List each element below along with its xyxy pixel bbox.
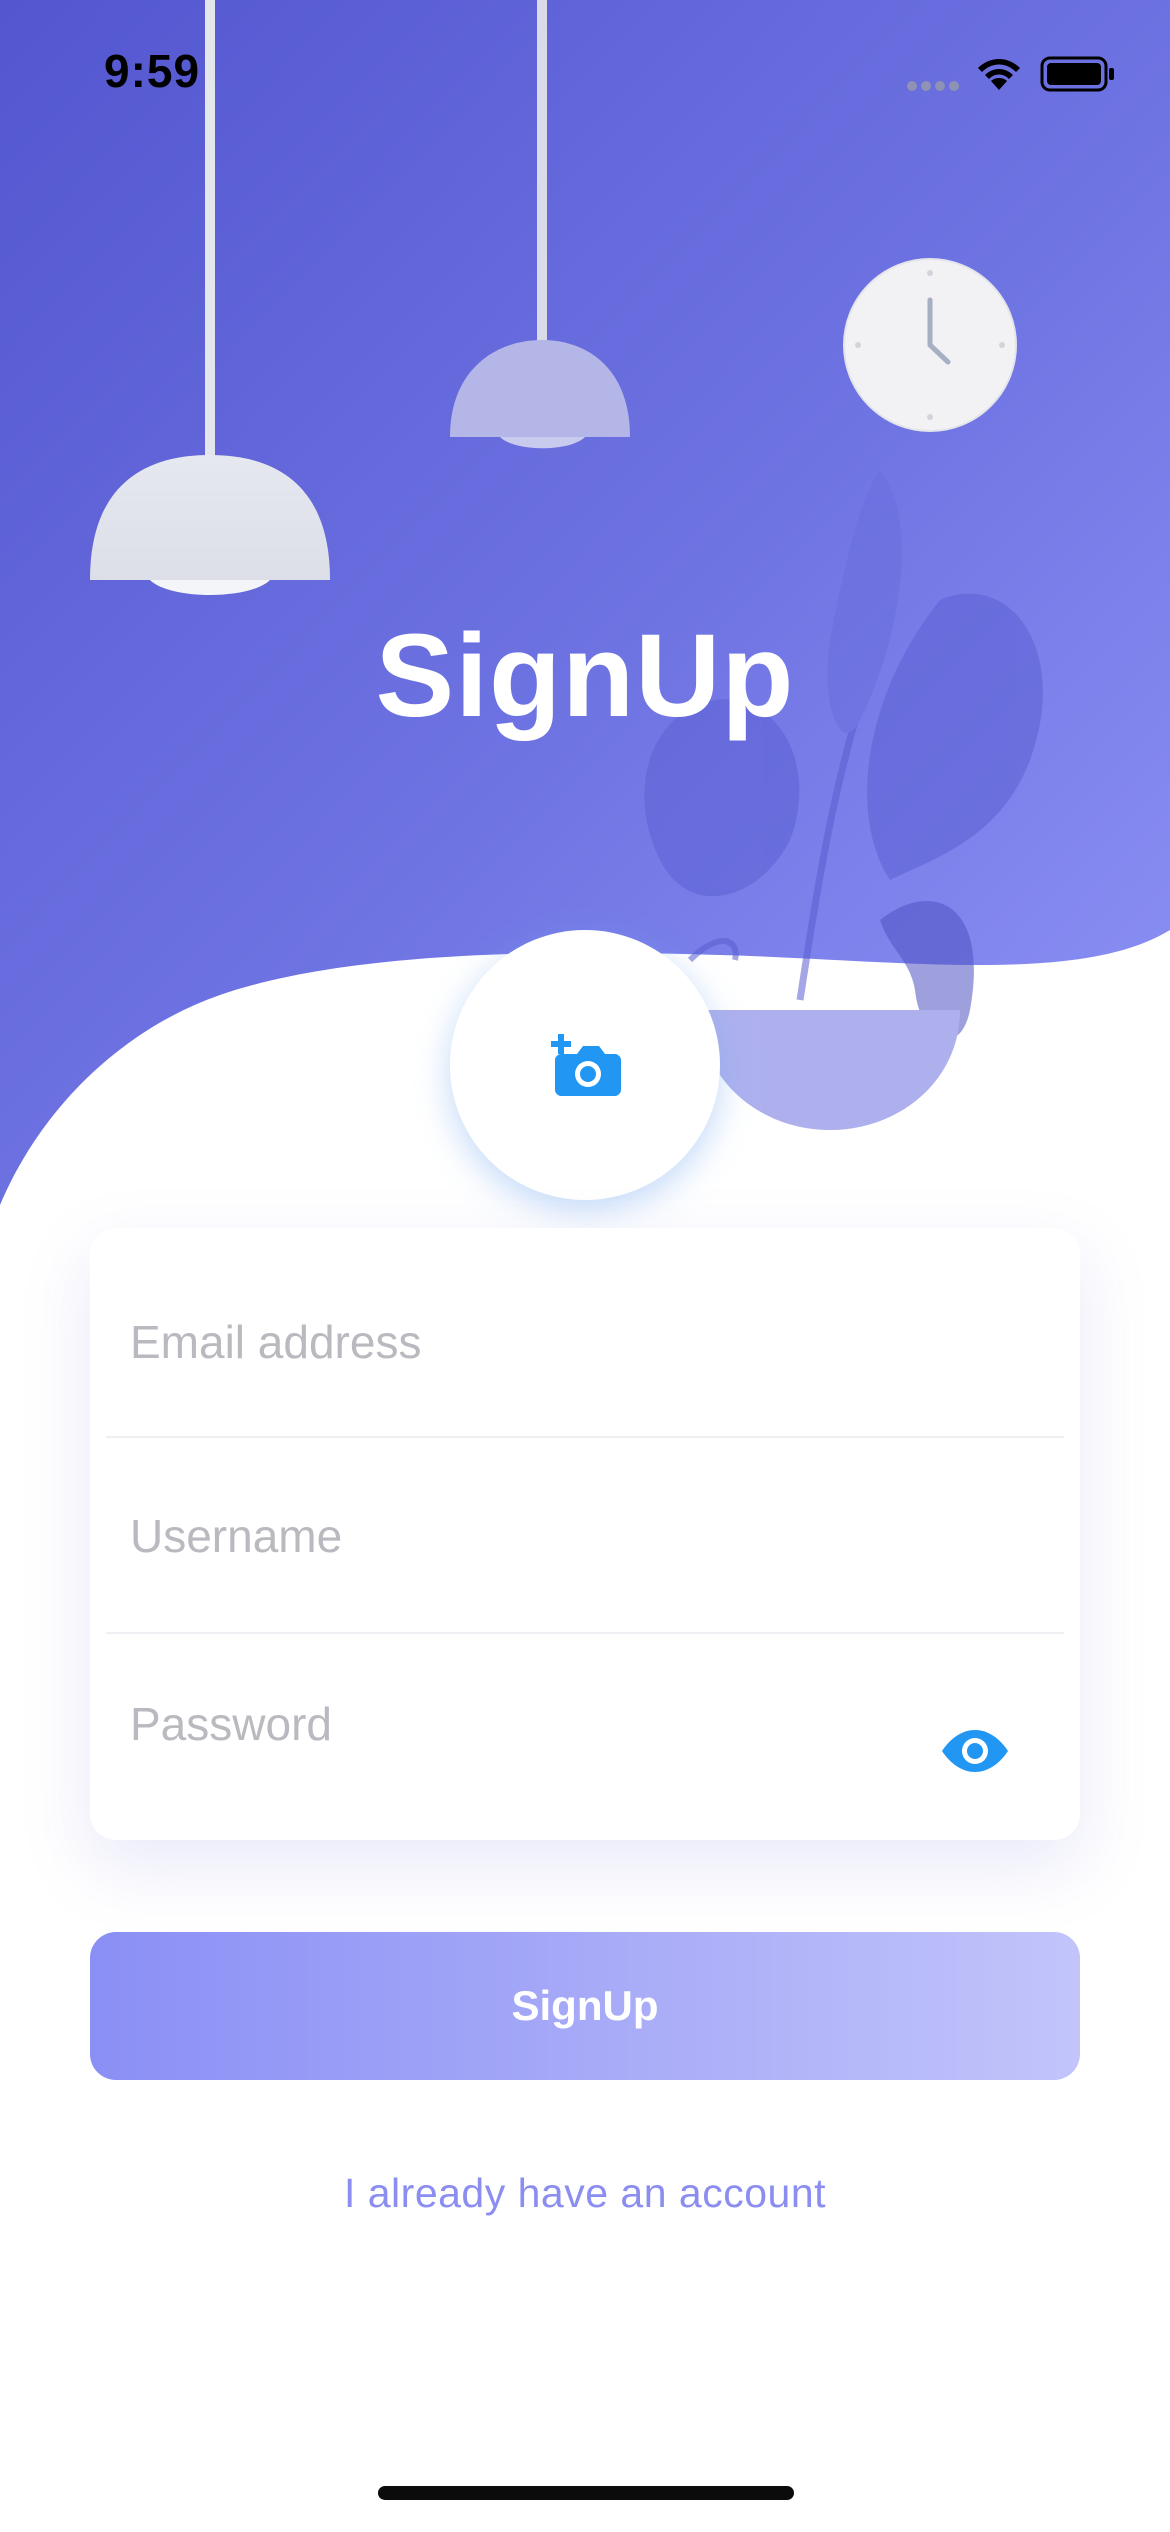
email-field-row [90, 1244, 1080, 1440]
signup-button[interactable]: SignUp [90, 1932, 1080, 2080]
add-photo-button[interactable] [450, 930, 720, 1200]
email-field[interactable] [130, 1244, 950, 1440]
signup-form [90, 1228, 1080, 1840]
home-indicator [378, 2486, 794, 2500]
username-field[interactable] [130, 1438, 950, 1634]
password-field[interactable] [130, 1626, 950, 1822]
cellular-signal-icon [907, 81, 959, 91]
toggle-password-visibility[interactable] [932, 1708, 1018, 1794]
status-bar: 9:59 [0, 0, 1170, 150]
clock-illustration [843, 258, 1017, 432]
page-title: SignUp [375, 610, 795, 742]
username-field-row [90, 1438, 1080, 1634]
status-time: 9:59 [104, 45, 201, 97]
wifi-icon [978, 59, 1020, 90]
already-have-account-link[interactable]: I already have an account [0, 2170, 1170, 2217]
eye-icon [942, 1730, 1008, 1772]
camera-plus-icon [551, 1034, 621, 1096]
battery-icon [1040, 56, 1114, 92]
